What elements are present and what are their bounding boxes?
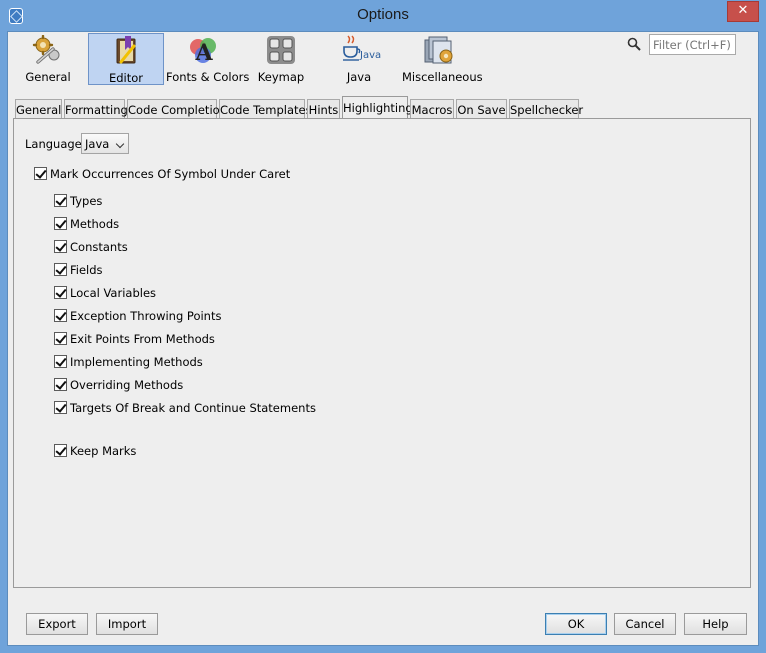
checkbox-box[interactable] — [54, 309, 67, 322]
ok-button[interactable]: OK — [545, 613, 607, 635]
category-label: Java — [346, 70, 372, 84]
checkbox-label: Implementing Methods — [70, 355, 203, 369]
highlighting-panel: Language: Java Mark Occurrences Of Symbo… — [13, 118, 751, 588]
language-label: Language: — [25, 137, 86, 151]
checkbox-label: Fields — [70, 263, 103, 277]
tab-spellchecker[interactable]: Spellchecker — [509, 99, 583, 119]
checkbox-label: Keep Marks — [70, 444, 137, 458]
tab-code-completion[interactable]: Code Completion — [127, 99, 227, 119]
category-fonts-colors[interactable]: A Fonts & Colors — [166, 33, 250, 85]
checkbox-label: Exit Points From Methods — [70, 332, 215, 346]
miscellaneous-icon — [424, 36, 453, 64]
language-value: Java — [85, 137, 110, 151]
help-button[interactable]: Help — [684, 613, 747, 635]
category-toolbar: General Editor A Fonts & Colors Keymap J… — [8, 32, 758, 88]
checkbox-box[interactable] — [54, 240, 67, 253]
checkbox-label: Mark Occurrences Of Symbol Under Caret — [50, 167, 291, 181]
java-icon: Java — [343, 35, 381, 61]
checkbox-box[interactable] — [54, 332, 67, 345]
chevron-down-icon — [115, 139, 125, 149]
category-keymap[interactable]: Keymap — [248, 33, 314, 85]
magnifier-icon — [627, 37, 641, 51]
category-general[interactable]: General — [12, 33, 84, 85]
gears-wrench-icon — [32, 35, 60, 64]
filter-input[interactable] — [649, 34, 736, 55]
keymap-icon — [267, 36, 295, 64]
close-icon: ✕ — [737, 3, 749, 18]
tab-hints[interactable]: Hints — [307, 99, 340, 119]
window-title: Options — [357, 6, 409, 23]
language-select[interactable]: Java — [81, 133, 129, 154]
checkbox-label: Constants — [70, 240, 128, 254]
category-editor[interactable]: Editor — [88, 33, 164, 85]
checkbox-box[interactable] — [34, 167, 47, 180]
tab-highlighting[interactable]: Highlighting — [342, 96, 413, 120]
cancel-button[interactable]: Cancel — [614, 613, 676, 635]
category-label: Keymap — [257, 70, 305, 84]
options-window: General Editor A Fonts & Colors Keymap J… — [7, 31, 759, 646]
category-label: Editor — [108, 71, 144, 85]
tab-code-templates[interactable]: Code Templates — [219, 99, 312, 119]
tab-on-save[interactable]: On Save — [456, 99, 507, 119]
svg-text:A: A — [194, 40, 213, 65]
category-label: Miscellaneous — [402, 70, 483, 84]
category-label: Fonts & Colors — [166, 70, 250, 84]
tab-formatting[interactable]: Formatting — [64, 99, 128, 119]
checkbox-box[interactable] — [54, 401, 67, 414]
close-button[interactable]: ✕ — [727, 1, 759, 22]
fonts-colors-icon: A — [190, 38, 216, 65]
checkbox-box[interactable] — [54, 194, 67, 207]
checkbox-label: Types — [70, 194, 103, 208]
checkbox-box[interactable] — [54, 355, 67, 368]
checkbox-label: Local Variables — [70, 286, 157, 300]
checkbox-label: Methods — [70, 217, 120, 231]
category-label: General — [25, 70, 71, 84]
filter-search — [627, 34, 736, 55]
checkbox-box[interactable] — [54, 444, 67, 457]
editor-book-icon — [116, 36, 136, 64]
checkbox-label: Targets Of Break and Continue Statements — [70, 401, 316, 415]
svg-text:Java: Java — [359, 50, 381, 61]
title-bar: Options ✕ — [0, 0, 766, 31]
checkbox-box[interactable] — [54, 378, 67, 391]
checkbox-label: Overriding Methods — [70, 378, 184, 392]
checkbox-label: Exception Throwing Points — [70, 309, 222, 323]
checkbox-box[interactable] — [54, 286, 67, 299]
checkbox-box[interactable] — [54, 217, 67, 230]
tab-macros[interactable]: Macros — [410, 99, 454, 119]
category-java[interactable]: Java Java — [324, 33, 394, 85]
checkbox-box[interactable] — [54, 263, 67, 276]
import-button[interactable]: Import — [96, 613, 158, 635]
category-miscellaneous[interactable]: Miscellaneous — [402, 33, 483, 85]
export-button[interactable]: Export — [26, 613, 88, 635]
tab-general[interactable]: General — [15, 99, 62, 119]
